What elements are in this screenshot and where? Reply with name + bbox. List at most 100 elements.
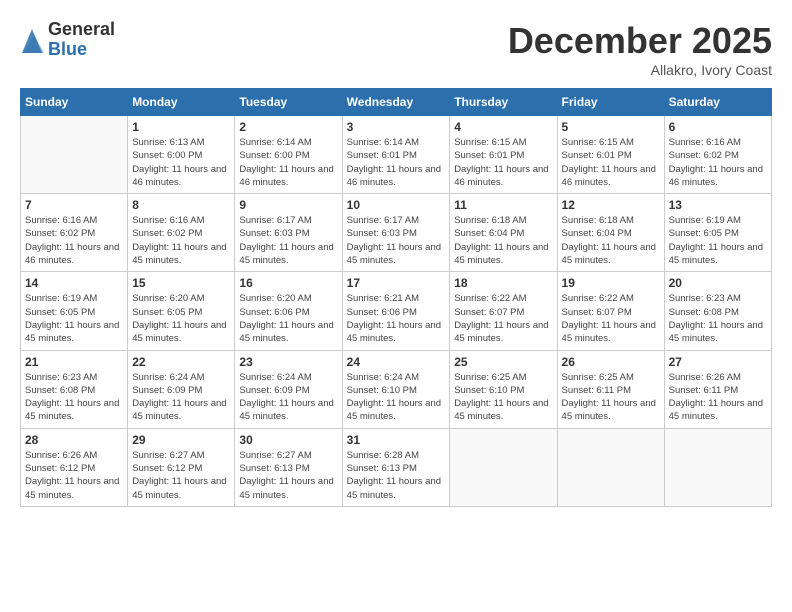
calendar-cell: 31 Sunrise: 6:28 AM Sunset: 6:13 PM Dayli…	[342, 428, 450, 506]
location: Allakro, Ivory Coast	[508, 62, 772, 78]
week-row-3: 14Sunrise: 6:19 AM Sunset: 6:05 PM Dayli…	[21, 272, 772, 350]
day-number: 25	[454, 355, 552, 369]
day-detail: Sunrise: 6:28 AM Sunset: 6:13 PM Dayligh…	[347, 449, 446, 502]
day-detail: Sunrise: 6:25 AM Sunset: 6:10 PM Dayligh…	[454, 371, 552, 424]
weekday-tuesday: Tuesday	[235, 89, 342, 116]
calendar-cell: 27 Sunrise: 6:26 AM Sunset: 6:11 PM Dayli…	[664, 350, 771, 428]
calendar-cell: 16 Sunrise: 6:20 AM Sunset: 6:06 PM Dayli…	[235, 272, 342, 350]
weekday-header-row: SundayMondayTuesdayWednesdayThursdayFrid…	[21, 89, 772, 116]
calendar-cell: 17 Sunrise: 6:21 AM Sunset: 6:06 PM Dayli…	[342, 272, 450, 350]
day-detail: Sunrise: 6:16 AM Sunset: 6:02 PM Dayligh…	[132, 214, 230, 267]
day-detail: Sunrise: 6:24 AM Sunset: 6:09 PM Dayligh…	[239, 371, 337, 424]
calendar-table: SundayMondayTuesdayWednesdayThursdayFrid…	[20, 88, 772, 507]
calendar-cell: 15Sunrise: 6:20 AM Sunset: 6:05 PM Dayli…	[128, 272, 235, 350]
day-number: 19	[562, 276, 660, 290]
day-number: 6	[669, 120, 767, 134]
calendar-body: 1Sunrise: 6:13 AM Sunset: 6:00 PM Daylig…	[21, 116, 772, 507]
day-number: 29	[132, 433, 230, 447]
day-detail: Sunrise: 6:18 AM Sunset: 6:04 PM Dayligh…	[562, 214, 660, 267]
day-number: 14	[25, 276, 123, 290]
day-detail: Sunrise: 6:23 AM Sunset: 6:08 PM Dayligh…	[669, 292, 767, 345]
logo: General Blue	[20, 20, 115, 60]
logo-general: General	[48, 20, 115, 40]
day-number: 31	[347, 433, 446, 447]
calendar-cell: 5Sunrise: 6:15 AM Sunset: 6:01 PM Daylig…	[557, 116, 664, 194]
weekday-wednesday: Wednesday	[342, 89, 450, 116]
day-detail: Sunrise: 6:17 AM Sunset: 6:03 PM Dayligh…	[239, 214, 337, 267]
calendar-cell: 26 Sunrise: 6:25 AM Sunset: 6:11 PM Dayli…	[557, 350, 664, 428]
day-detail: Sunrise: 6:20 AM Sunset: 6:06 PM Dayligh…	[239, 292, 337, 345]
day-detail: Sunrise: 6:21 AM Sunset: 6:06 PM Dayligh…	[347, 292, 446, 345]
calendar-cell: 12 Sunrise: 6:18 AM Sunset: 6:04 PM Dayli…	[557, 194, 664, 272]
page-header: General Blue December 2025 Allakro, Ivor…	[20, 20, 772, 78]
day-number: 28	[25, 433, 123, 447]
day-detail: Sunrise: 6:25 AM Sunset: 6:11 PM Dayligh…	[562, 371, 660, 424]
calendar-cell: 4 Sunrise: 6:15 AM Sunset: 6:01 PM Daylig…	[450, 116, 557, 194]
week-row-5: 28 Sunrise: 6:26 AM Sunset: 6:12 PM Dayli…	[21, 428, 772, 506]
day-number: 18	[454, 276, 552, 290]
day-detail: Sunrise: 6:16 AM Sunset: 6:02 PM Dayligh…	[25, 214, 123, 267]
week-row-2: 7 Sunrise: 6:16 AM Sunset: 6:02 PM Daylig…	[21, 194, 772, 272]
calendar-cell: 11 Sunrise: 6:18 AM Sunset: 6:04 PM Dayli…	[450, 194, 557, 272]
calendar-cell	[21, 116, 128, 194]
day-detail: Sunrise: 6:14 AM Sunset: 6:01 PM Dayligh…	[347, 136, 446, 189]
calendar-cell: 14Sunrise: 6:19 AM Sunset: 6:05 PM Dayli…	[21, 272, 128, 350]
logo-blue: Blue	[48, 40, 115, 60]
day-detail: Sunrise: 6:27 AM Sunset: 6:12 PM Dayligh…	[132, 449, 230, 502]
calendar-cell: 25 Sunrise: 6:25 AM Sunset: 6:10 PM Dayli…	[450, 350, 557, 428]
calendar-cell	[557, 428, 664, 506]
calendar-cell	[664, 428, 771, 506]
day-number: 12	[562, 198, 660, 212]
day-number: 23	[239, 355, 337, 369]
calendar-cell	[450, 428, 557, 506]
day-detail: Sunrise: 6:14 AM Sunset: 6:00 PM Dayligh…	[239, 136, 337, 189]
calendar-cell: 2 Sunrise: 6:14 AM Sunset: 6:00 PM Daylig…	[235, 116, 342, 194]
title-block: December 2025 Allakro, Ivory Coast	[508, 20, 772, 78]
day-detail: Sunrise: 6:13 AM Sunset: 6:00 PM Dayligh…	[132, 136, 230, 189]
day-number: 16	[239, 276, 337, 290]
calendar-cell: 29 Sunrise: 6:27 AM Sunset: 6:12 PM Dayli…	[128, 428, 235, 506]
day-number: 8	[132, 198, 230, 212]
day-number: 4	[454, 120, 552, 134]
day-number: 22	[132, 355, 230, 369]
day-detail: Sunrise: 6:24 AM Sunset: 6:09 PM Dayligh…	[132, 371, 230, 424]
calendar-cell: 19Sunrise: 6:22 AM Sunset: 6:07 PM Dayli…	[557, 272, 664, 350]
weekday-sunday: Sunday	[21, 89, 128, 116]
day-detail: Sunrise: 6:15 AM Sunset: 6:01 PM Dayligh…	[454, 136, 552, 189]
day-number: 11	[454, 198, 552, 212]
weekday-thursday: Thursday	[450, 89, 557, 116]
week-row-1: 1Sunrise: 6:13 AM Sunset: 6:00 PM Daylig…	[21, 116, 772, 194]
day-detail: Sunrise: 6:26 AM Sunset: 6:12 PM Dayligh…	[25, 449, 123, 502]
day-detail: Sunrise: 6:17 AM Sunset: 6:03 PM Dayligh…	[347, 214, 446, 267]
day-number: 21	[25, 355, 123, 369]
day-detail: Sunrise: 6:23 AM Sunset: 6:08 PM Dayligh…	[25, 371, 123, 424]
day-number: 7	[25, 198, 123, 212]
day-number: 17	[347, 276, 446, 290]
calendar-cell: 23 Sunrise: 6:24 AM Sunset: 6:09 PM Dayli…	[235, 350, 342, 428]
week-row-4: 21 Sunrise: 6:23 AM Sunset: 6:08 PM Dayli…	[21, 350, 772, 428]
weekday-saturday: Saturday	[664, 89, 771, 116]
day-detail: Sunrise: 6:22 AM Sunset: 6:07 PM Dayligh…	[454, 292, 552, 345]
weekday-friday: Friday	[557, 89, 664, 116]
day-detail: Sunrise: 6:18 AM Sunset: 6:04 PM Dayligh…	[454, 214, 552, 267]
calendar-cell: 28 Sunrise: 6:26 AM Sunset: 6:12 PM Dayli…	[21, 428, 128, 506]
day-number: 3	[347, 120, 446, 134]
calendar-cell: 8 Sunrise: 6:16 AM Sunset: 6:02 PM Daylig…	[128, 194, 235, 272]
month-title: December 2025	[508, 20, 772, 62]
day-number: 26	[562, 355, 660, 369]
day-number: 2	[239, 120, 337, 134]
weekday-monday: Monday	[128, 89, 235, 116]
day-number: 27	[669, 355, 767, 369]
logo-icon	[20, 25, 44, 55]
day-detail: Sunrise: 6:26 AM Sunset: 6:11 PM Dayligh…	[669, 371, 767, 424]
day-detail: Sunrise: 6:27 AM Sunset: 6:13 PM Dayligh…	[239, 449, 337, 502]
calendar-cell: 21 Sunrise: 6:23 AM Sunset: 6:08 PM Dayli…	[21, 350, 128, 428]
calendar-cell: 3 Sunrise: 6:14 AM Sunset: 6:01 PM Daylig…	[342, 116, 450, 194]
day-number: 24	[347, 355, 446, 369]
day-number: 20	[669, 276, 767, 290]
calendar-cell: 13Sunrise: 6:19 AM Sunset: 6:05 PM Dayli…	[664, 194, 771, 272]
calendar-cell: 22 Sunrise: 6:24 AM Sunset: 6:09 PM Dayli…	[128, 350, 235, 428]
day-detail: Sunrise: 6:19 AM Sunset: 6:05 PM Dayligh…	[669, 214, 767, 267]
calendar-cell: 18 Sunrise: 6:22 AM Sunset: 6:07 PM Dayli…	[450, 272, 557, 350]
day-number: 30	[239, 433, 337, 447]
